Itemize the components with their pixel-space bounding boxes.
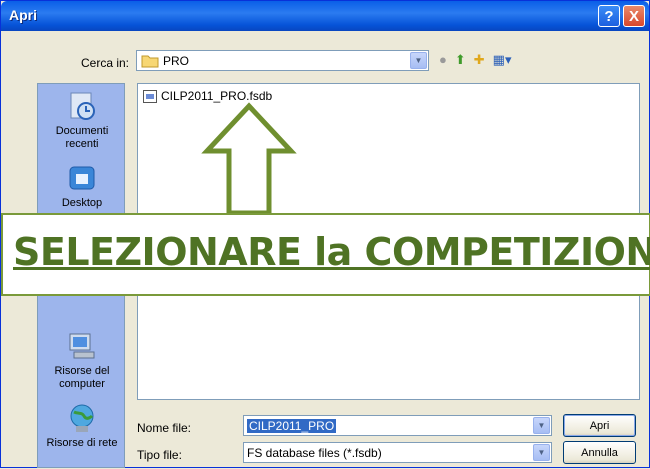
annotation-text: SELEZIONARE la COMPETIZIONE bbox=[13, 230, 650, 274]
annotation-banner: SELEZIONARE la COMPETIZIONE bbox=[1, 213, 650, 296]
open-dialog: Apri ? X Cerca in: PRO ▼ ● ⬆ ✚ ▦▾ Docume… bbox=[0, 0, 650, 468]
